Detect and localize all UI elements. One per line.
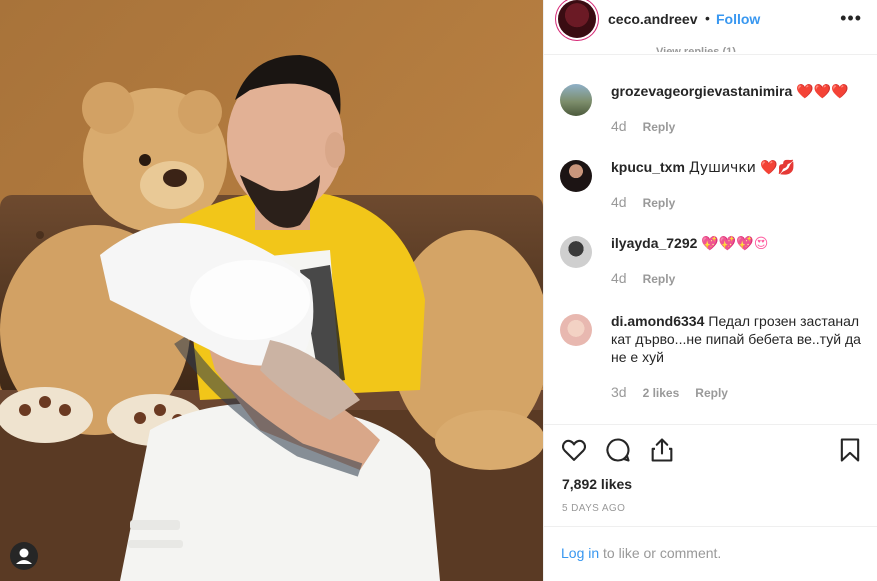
commenter-username[interactable]: kpucu_txm <box>611 159 685 175</box>
comment-text-block: grozevageorgievastanimira ❤️❤️❤️ <box>611 82 869 101</box>
comment-meta: 3d 2 likes Reply <box>611 384 728 400</box>
post-header: ceco.andreev • Follow ••• <box>544 0 877 40</box>
comment-likes[interactable]: 2 likes <box>643 386 680 400</box>
comment-time[interactable]: 4d <box>611 194 627 210</box>
comment-body: Душички ❤️💋 <box>688 160 796 176</box>
action-bar <box>544 424 877 476</box>
reply-button[interactable]: Reply <box>643 272 676 286</box>
comment-bubble-icon[interactable] <box>604 436 632 464</box>
header-separator: • <box>705 10 710 26</box>
more-options-icon[interactable]: ••• <box>840 8 862 29</box>
comment-time[interactable]: 4d <box>611 270 627 286</box>
reply-button[interactable]: Reply <box>643 120 676 134</box>
comment-time[interactable]: 3d <box>611 384 627 400</box>
photo-illustration <box>0 0 543 581</box>
commenter-avatar[interactable] <box>560 314 592 346</box>
commenter-avatar[interactable] <box>560 84 592 116</box>
post-photo[interactable] <box>0 0 543 581</box>
login-prompt-text: to like or comment. <box>599 545 722 561</box>
share-upload-icon[interactable] <box>648 436 676 464</box>
comment-meta: 4d Reply <box>611 270 675 286</box>
view-replies-link[interactable]: View replies (1) <box>656 44 736 52</box>
post-side-panel: ceco.andreev • Follow ••• View replies (… <box>543 0 877 581</box>
comment-text-block: di.amond6334 Педал грозен застанал кат дъ… <box>611 312 869 366</box>
header-divider <box>544 54 877 55</box>
commenter-username[interactable]: grozevageorgievastanimira <box>611 83 792 99</box>
author-username[interactable]: ceco.andreev <box>608 11 698 27</box>
comments-list: grozevageorgievastanimira ❤️❤️❤️ 4d Reply … <box>544 68 877 420</box>
user-tag-icon[interactable] <box>10 542 38 570</box>
login-prompt: Log in to like or comment. <box>561 545 721 561</box>
follow-button[interactable]: Follow <box>716 11 760 27</box>
comment-body: 💖💖💖😍 <box>701 236 769 252</box>
commenter-avatar[interactable] <box>560 236 592 268</box>
heart-outline-icon[interactable] <box>560 436 588 464</box>
comment-meta: 4d Reply <box>611 194 675 210</box>
comment-meta: 4d Reply <box>611 118 675 134</box>
comment-body: ❤️❤️❤️ <box>796 84 849 100</box>
commenter-username[interactable]: di.amond6334 <box>611 313 704 329</box>
login-divider <box>544 526 877 527</box>
bookmark-icon[interactable] <box>836 436 864 464</box>
commenter-avatar[interactable] <box>560 160 592 192</box>
reply-button[interactable]: Reply <box>695 386 728 400</box>
login-link[interactable]: Log in <box>561 545 599 561</box>
reply-button[interactable]: Reply <box>643 196 676 210</box>
comment-text-block: kpucu_txm Душички ❤️💋 <box>611 158 869 177</box>
author-avatar[interactable] <box>558 0 596 38</box>
commenter-username[interactable]: ilyayda_7292 <box>611 235 697 251</box>
post-time-ago[interactable]: 5 DAYS AGO <box>562 503 625 514</box>
comment-text-block: ilyayda_7292 💖💖💖😍 <box>611 234 869 253</box>
comment-time[interactable]: 4d <box>611 118 627 134</box>
likes-count[interactable]: 7,892 likes <box>562 476 632 492</box>
